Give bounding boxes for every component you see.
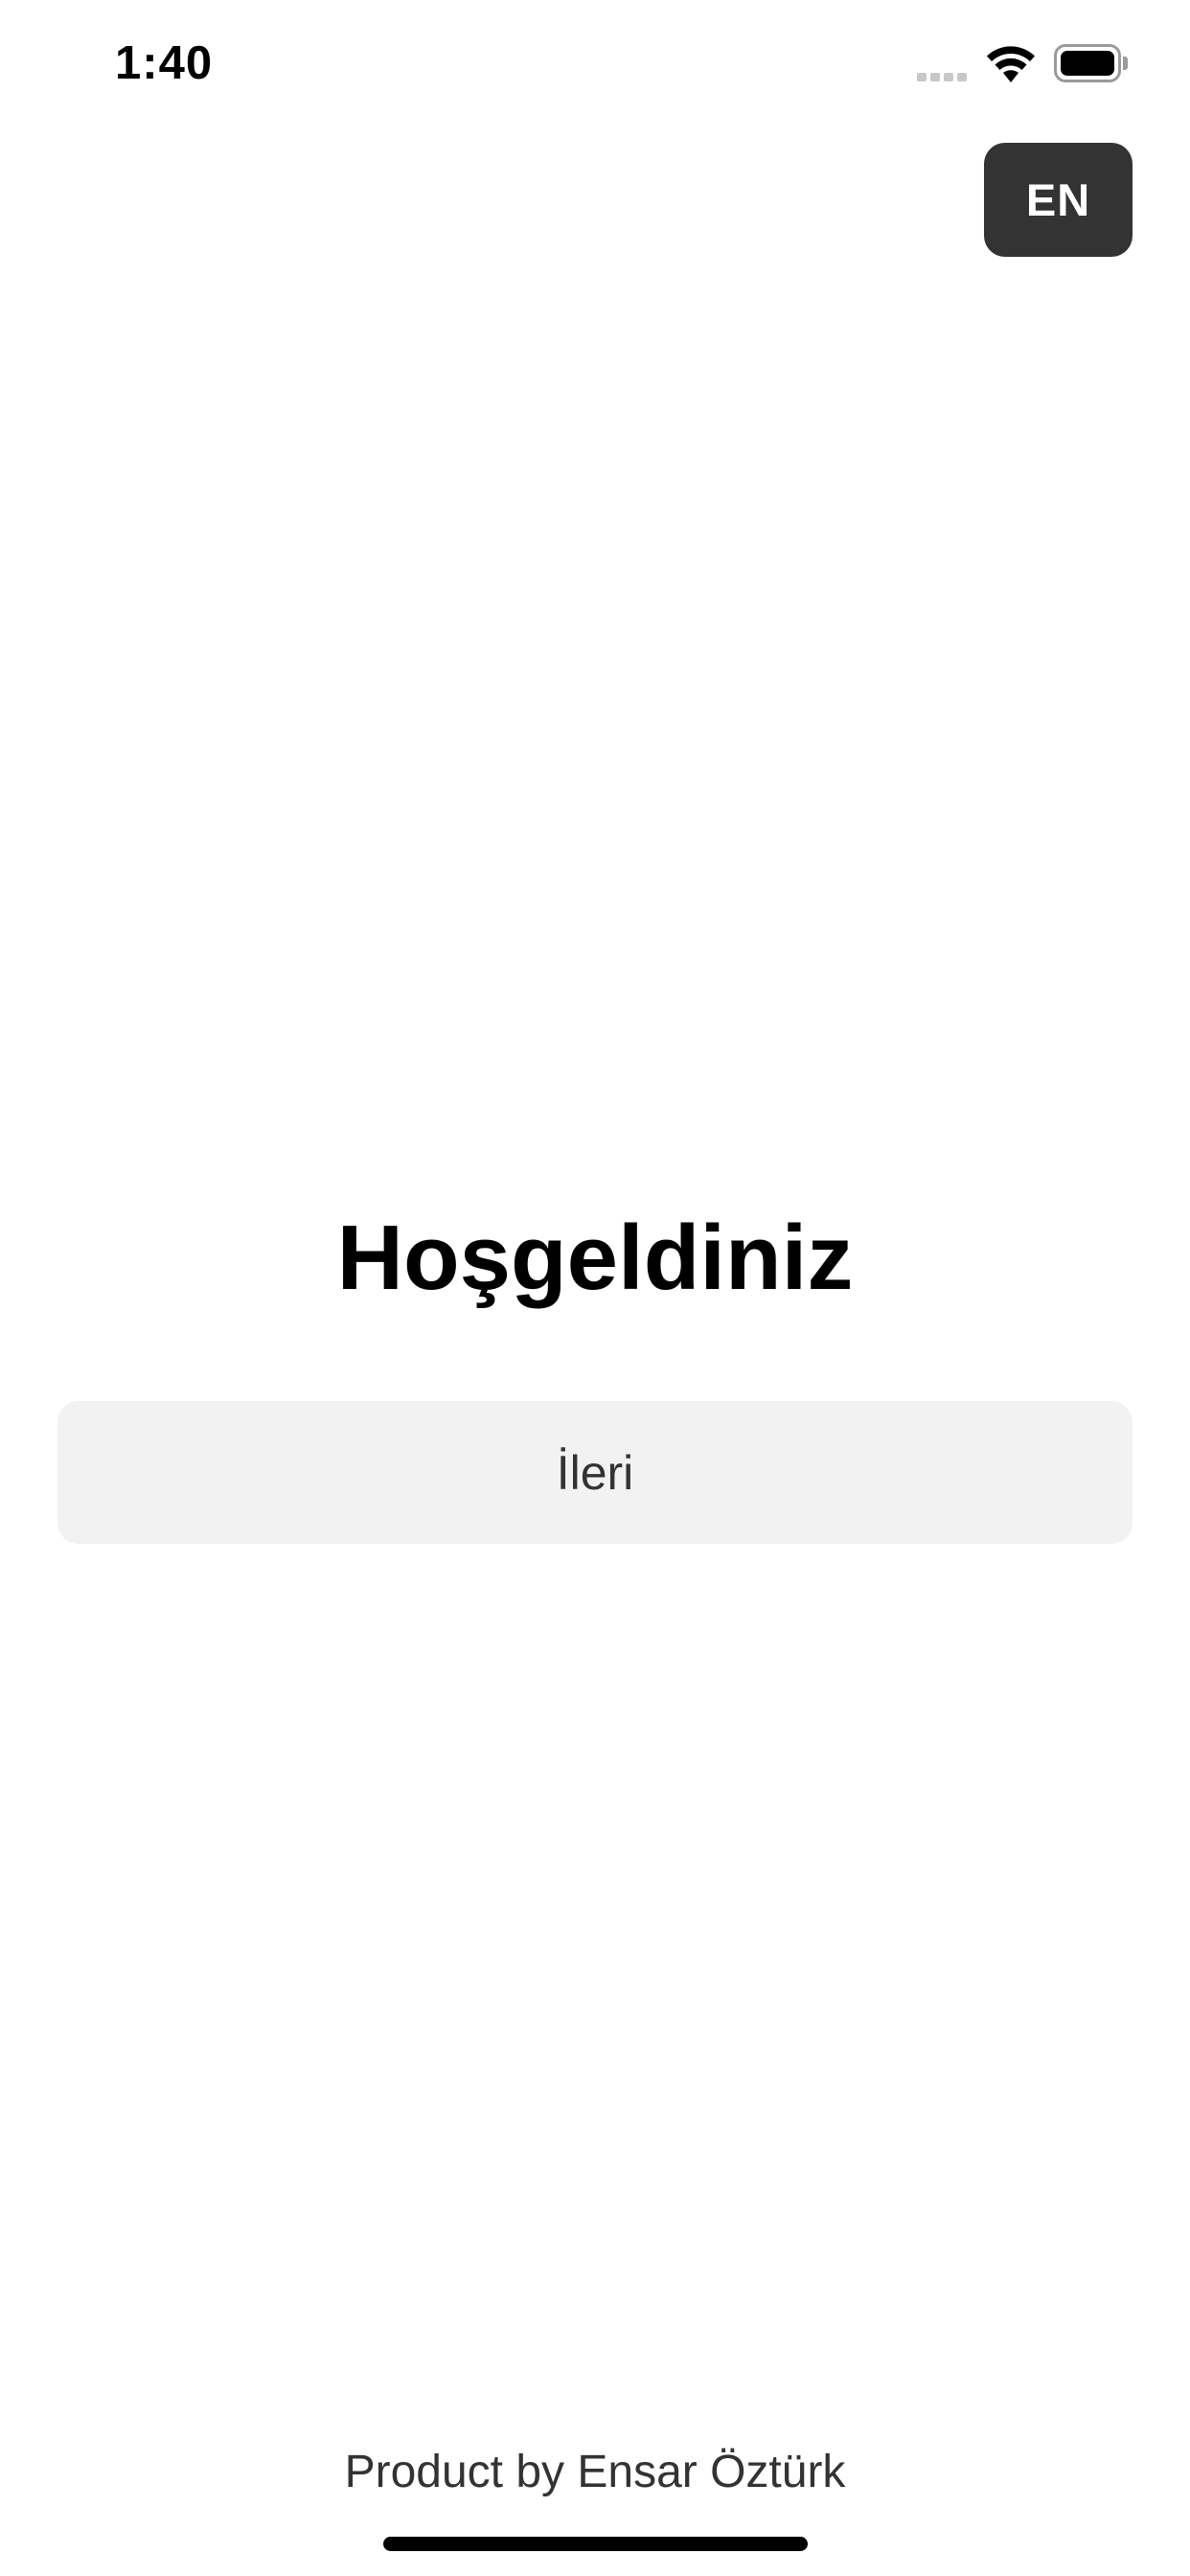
footer-credit: Product by Ensar Öztürk xyxy=(344,2447,846,2497)
battery-icon xyxy=(1054,44,1128,82)
cellular-signal-icon xyxy=(917,73,969,81)
status-time: 1:40 xyxy=(115,37,214,89)
wifi-icon xyxy=(987,46,1035,82)
next-button[interactable]: İleri xyxy=(57,1401,1133,1544)
language-toggle-button[interactable]: EN xyxy=(984,143,1133,257)
home-indicator[interactable] xyxy=(383,2537,808,2551)
welcome-title: Hoşgeldiniz xyxy=(336,1207,854,1309)
status-bar: 1:40 xyxy=(0,0,1190,126)
